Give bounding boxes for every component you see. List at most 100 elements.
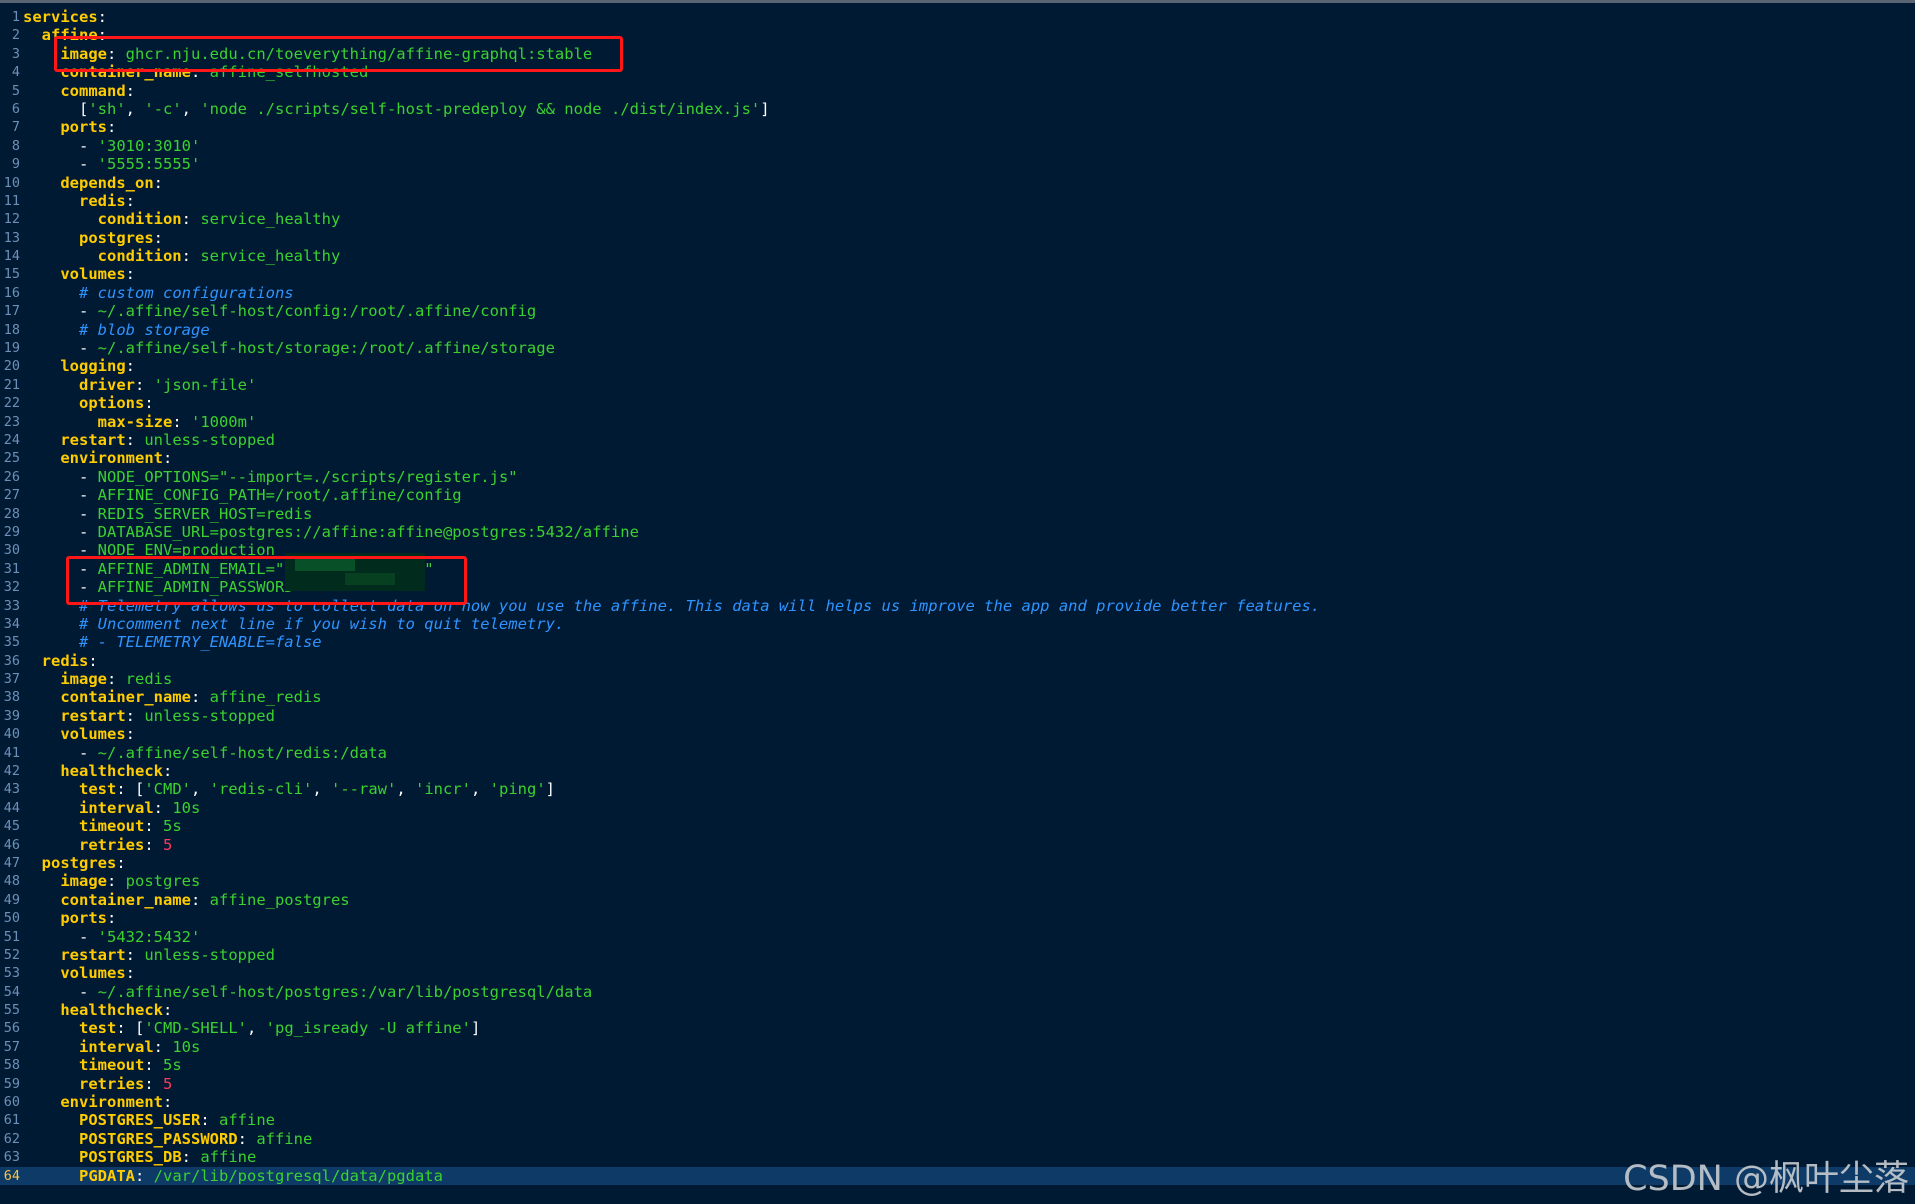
code-line-52[interactable]: 52 restart: unless-stopped xyxy=(0,946,1915,964)
code-token: : xyxy=(144,817,163,836)
code-text: - ~/.affine/self-host/redis:/data xyxy=(23,744,387,762)
code-line-61[interactable]: 61 POSTGRES_USER: affine xyxy=(0,1111,1915,1129)
code-line-37[interactable]: 37 image: redis xyxy=(0,670,1915,688)
code-editor[interactable]: 1 services: 2 affine: 3 image: ghcr.nju.edu… xyxy=(0,0,1915,1204)
code-token: test xyxy=(79,1019,117,1038)
code-token: : xyxy=(107,44,126,63)
code-line-17[interactable]: 17 - ~/.affine/self-host/config:/root/.a… xyxy=(0,302,1915,320)
code-line-46[interactable]: 46 retries: 5 xyxy=(0,836,1915,854)
code-area[interactable]: 1 services: 2 affine: 3 image: ghcr.nju.edu… xyxy=(0,8,1915,1185)
code-token: - xyxy=(79,743,98,762)
line-number: 13 xyxy=(3,229,20,246)
code-line-25[interactable]: 25 environment: xyxy=(0,449,1915,467)
code-line-30[interactable]: 30 - NODE_ENV=production xyxy=(0,541,1915,559)
code-line-24[interactable]: 24 restart: unless-stopped xyxy=(0,431,1915,449)
code-line-5[interactable]: 5 command: xyxy=(0,82,1915,100)
code-line-9[interactable]: 9 - '5555:5555' xyxy=(0,155,1915,173)
code-line-29[interactable]: 29 - DATABASE_URL=postgres://affine:affi… xyxy=(0,523,1915,541)
code-line-1[interactable]: 1 services: xyxy=(0,8,1915,26)
code-line-14[interactable]: 14 condition: service_healthy xyxy=(0,247,1915,265)
code-token: : xyxy=(153,1037,173,1056)
code-line-12[interactable]: 12 condition: service_healthy xyxy=(0,210,1915,228)
code-token: ] xyxy=(470,1019,481,1038)
code-line-32[interactable]: 32 - AFFINE_ADMIN_PASSWORD=" xyxy=(0,578,1915,596)
code-line-42[interactable]: 42 healthcheck: xyxy=(0,762,1915,780)
code-line-44[interactable]: 44 interval: 10s xyxy=(0,799,1915,817)
code-line-22[interactable]: 22 options: xyxy=(0,394,1915,412)
code-token: image xyxy=(60,670,107,689)
code-text: POSTGRES_USER: affine xyxy=(23,1111,275,1129)
line-number: 31 xyxy=(3,560,20,577)
code-line-23[interactable]: 23 max-size: '1000m' xyxy=(0,413,1915,431)
code-line-8[interactable]: 8 - '3010:3010' xyxy=(0,137,1915,155)
code-line-19[interactable]: 19 - ~/.affine/self-host/storage:/root/.… xyxy=(0,339,1915,357)
code-line-56[interactable]: 56 test: ['CMD-SHELL', 'pg_isready -U af… xyxy=(0,1019,1915,1037)
code-line-40[interactable]: 40 volumes: xyxy=(0,725,1915,743)
code-token: : xyxy=(190,688,210,707)
code-line-26[interactable]: 26 - NODE_OPTIONS="--import=./scripts/re… xyxy=(0,468,1915,486)
code-token: # Telemetry allows us to collect data on… xyxy=(79,596,1321,615)
code-line-27[interactable]: 27 - AFFINE_CONFIG_PATH=/root/.affine/co… xyxy=(0,486,1915,504)
code-line-62[interactable]: 62 POSTGRES_PASSWORD: affine xyxy=(0,1130,1915,1148)
code-line-53[interactable]: 53 volumes: xyxy=(0,964,1915,982)
code-token: options xyxy=(79,394,145,413)
code-line-39[interactable]: 39 restart: unless-stopped xyxy=(0,707,1915,725)
code-token: affine_postgres xyxy=(209,890,350,909)
code-line-11[interactable]: 11 redis: xyxy=(0,192,1915,210)
code-line-2[interactable]: 2 affine: xyxy=(0,26,1915,44)
code-token: environment xyxy=(60,1093,163,1112)
code-line-4[interactable]: 4 container_name: affine_selfhosted xyxy=(0,63,1915,81)
code-line-35[interactable]: 35 # - TELEMETRY_ENABLE=false xyxy=(0,633,1915,651)
code-line-6[interactable]: 6 ['sh', '-c', 'node ./scripts/self-host… xyxy=(0,100,1915,118)
code-token: PGDATA xyxy=(79,1166,135,1185)
code-line-54[interactable]: 54 - ~/.affine/self-host/postgres:/var/l… xyxy=(0,983,1915,1001)
code-line-60[interactable]: 60 environment: xyxy=(0,1093,1915,1111)
code-line-15[interactable]: 15 volumes: xyxy=(0,265,1915,283)
code-line-18[interactable]: 18 # blob storage xyxy=(0,321,1915,339)
code-line-55[interactable]: 55 healthcheck: xyxy=(0,1001,1915,1019)
code-line-10[interactable]: 10 depends_on: xyxy=(0,174,1915,192)
code-token: image xyxy=(60,44,107,63)
line-number: 22 xyxy=(3,395,20,412)
code-line-7[interactable]: 7 ports: xyxy=(0,118,1915,136)
line-number: 15 xyxy=(3,266,20,283)
code-line-51[interactable]: 51 - '5432:5432' xyxy=(0,928,1915,946)
code-line-33[interactable]: 33 # Telemetry allows us to collect data… xyxy=(0,597,1915,615)
code-line-28[interactable]: 28 - REDIS_SERVER_HOST=redis xyxy=(0,505,1915,523)
code-text: redis: xyxy=(23,192,135,210)
code-line-47[interactable]: 47 postgres: xyxy=(0,854,1915,872)
code-line-38[interactable]: 38 container_name: affine_redis xyxy=(0,688,1915,706)
line-number: 55 xyxy=(3,1002,20,1019)
code-line-21[interactable]: 21 driver: 'json-file' xyxy=(0,376,1915,394)
line-number: 21 xyxy=(3,376,20,393)
line-number: 17 xyxy=(3,303,20,320)
code-line-45[interactable]: 45 timeout: 5s xyxy=(0,817,1915,835)
code-text: restart: unless-stopped xyxy=(23,431,275,449)
code-line-50[interactable]: 50 ports: xyxy=(0,909,1915,927)
code-line-13[interactable]: 13 postgres: xyxy=(0,229,1915,247)
code-line-36[interactable]: 36 redis: xyxy=(0,652,1915,670)
code-line-41[interactable]: 41 - ~/.affine/self-host/redis:/data xyxy=(0,744,1915,762)
code-line-16[interactable]: 16 # custom configurations xyxy=(0,284,1915,302)
code-text: volumes: xyxy=(23,964,135,982)
code-line-3[interactable]: 3 image: ghcr.nju.edu.cn/toeverything/af… xyxy=(0,45,1915,63)
code-line-31[interactable]: 31 - AFFINE_ADMIN_EMAIL=" " xyxy=(0,560,1915,578)
code-text: ports: xyxy=(23,118,116,136)
code-line-49[interactable]: 49 container_name: affine_postgres xyxy=(0,891,1915,909)
line-number: 53 xyxy=(3,965,20,982)
code-token: AFFINE_CONFIG_PATH=/root/.affine/config xyxy=(97,486,462,505)
code-line-43[interactable]: 43 test: ['CMD', 'redis-cli', '--raw', '… xyxy=(0,780,1915,798)
code-line-57[interactable]: 57 interval: 10s xyxy=(0,1038,1915,1056)
code-line-20[interactable]: 20 logging: xyxy=(0,357,1915,375)
code-text: retries: 5 xyxy=(23,836,172,854)
code-line-48[interactable]: 48 image: postgres xyxy=(0,872,1915,890)
code-token: ghcr.nju.edu.cn/toeverything/affine-grap… xyxy=(125,44,593,63)
code-token: : xyxy=(107,872,126,891)
code-line-34[interactable]: 34 # Uncomment next line if you wish to … xyxy=(0,615,1915,633)
code-line-59[interactable]: 59 retries: 5 xyxy=(0,1075,1915,1093)
code-line-58[interactable]: 58 timeout: 5s xyxy=(0,1056,1915,1074)
code-token: logging xyxy=(60,357,126,376)
